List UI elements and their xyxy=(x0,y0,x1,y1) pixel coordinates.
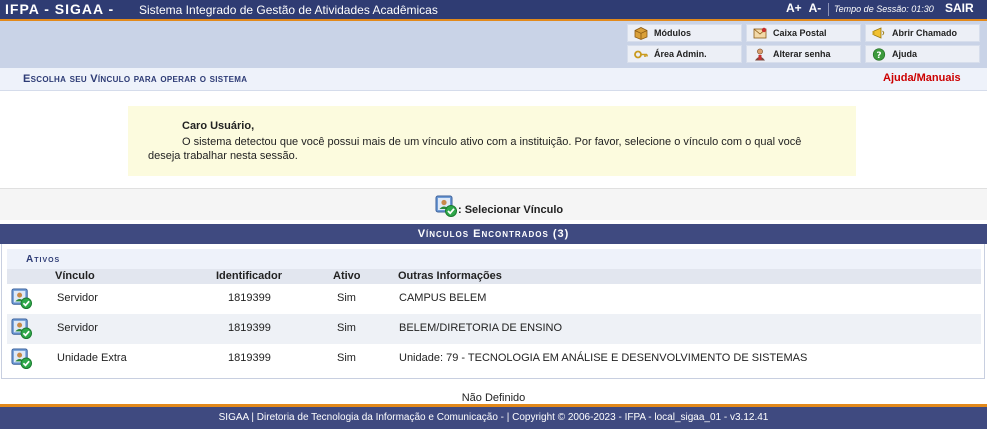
vinculos-table: Ativos Vínculo Identificador Ativo Outra… xyxy=(1,244,985,379)
modulos-label: Módulos xyxy=(654,28,691,38)
alterar-senha-button[interactable]: Alterar senha xyxy=(746,45,861,63)
select-vinculo-icon[interactable] xyxy=(11,318,32,339)
abrir-chamado-label: Abrir Chamado xyxy=(892,28,958,38)
cell-identificador: 1819399 xyxy=(228,322,271,334)
message-greeting: Caro Usuário, xyxy=(182,120,255,132)
header-divider xyxy=(828,3,829,16)
top-bar: IFPA - SIGAA - Sistema Integrado de Gest… xyxy=(0,0,987,19)
menu-panel: Módulos Caixa Postal Abrir Chamado Área … xyxy=(0,21,987,68)
select-vinculo-icon xyxy=(435,195,457,217)
column-header-outras-informacoes: Outras Informações xyxy=(398,270,502,282)
message-line-2: deseja trabalhar nesta sessão. xyxy=(148,150,298,162)
svg-text:?: ? xyxy=(876,51,881,61)
page-title: Escolha seu Vínculo para operar o sistem… xyxy=(23,73,248,85)
caixa-postal-button[interactable]: Caixa Postal xyxy=(746,24,861,42)
alterar-senha-label: Alterar senha xyxy=(773,49,831,59)
message-line-1: O sistema detectou que você possui mais … xyxy=(182,136,802,148)
ajuda-label: Ajuda xyxy=(892,49,918,59)
cell-ativo: Sim xyxy=(337,322,356,334)
column-header-identificador: Identificador xyxy=(216,270,283,282)
font-size-controls: A+ A- xyxy=(786,1,825,15)
table-row[interactable]: Servidor 1819399 Sim CAMPUS BELEM xyxy=(7,284,981,314)
megaphone-icon xyxy=(872,27,885,39)
table-row[interactable]: Unidade Extra 1819399 Sim Unidade: 79 - … xyxy=(7,344,981,374)
cell-outras-informacoes: Unidade: 79 - TECNOLOGIA EM ANÁLISE E DE… xyxy=(399,352,808,364)
group-header: Ativos xyxy=(7,249,981,269)
table-caption-text: Vínculos Encontrados (3) xyxy=(417,228,570,240)
mailbox-icon xyxy=(753,27,767,39)
cell-ativo: Sim xyxy=(337,292,356,304)
abrir-chamado-button[interactable]: Abrir Chamado xyxy=(865,24,980,42)
ajuda-button[interactable]: ? Ajuda xyxy=(865,45,980,63)
cell-vinculo: Servidor xyxy=(57,322,98,334)
page-title-bar: Escolha seu Vínculo para operar o sistem… xyxy=(0,68,987,91)
table-row[interactable]: Servidor 1819399 Sim BELEM/DIRETORIA DE … xyxy=(7,314,981,344)
cell-identificador: 1819399 xyxy=(228,292,271,304)
cell-identificador: 1819399 xyxy=(228,352,271,364)
cell-vinculo: Servidor xyxy=(57,292,98,304)
cell-vinculo: Unidade Extra xyxy=(57,352,127,364)
cell-outras-informacoes: BELEM/DIRETORIA DE ENSINO xyxy=(399,322,563,334)
help-manuals-link[interactable]: Ajuda/Manuais xyxy=(883,72,961,84)
footer-bar: SIGAA | Diretoria de Tecnologia da Infor… xyxy=(0,404,987,429)
modules-cube-icon xyxy=(634,27,648,40)
select-legend: : Selecionar Vínculo xyxy=(0,188,987,220)
table-caption: Vínculos Encontrados (3) xyxy=(0,224,987,244)
column-header-ativo: Ativo xyxy=(333,270,361,282)
font-increase-button[interactable]: A+ xyxy=(786,1,802,15)
select-legend-label: : Selecionar Vínculo xyxy=(458,204,564,216)
system-name: Sistema Integrado de Gestão de Atividade… xyxy=(139,3,438,17)
select-vinculo-icon[interactable] xyxy=(11,348,32,369)
area-admin-label: Área Admin. xyxy=(654,49,707,59)
select-vinculo-icon[interactable] xyxy=(11,288,32,309)
cell-outras-informacoes: CAMPUS BELEM xyxy=(399,292,487,304)
area-admin-button[interactable]: Área Admin. xyxy=(627,45,742,63)
logout-button[interactable]: SAIR xyxy=(945,1,974,15)
info-message-box: Caro Usuário, O sistema detectou que voc… xyxy=(128,106,856,176)
cell-ativo: Sim xyxy=(337,352,356,364)
user-key-icon xyxy=(755,48,765,61)
caixa-postal-label: Caixa Postal xyxy=(773,28,827,38)
not-defined-label: Não Definido xyxy=(461,392,526,404)
session-timer: Tempo de Sessão: 01:30 xyxy=(834,4,934,14)
table-column-headers: Vínculo Identificador Ativo Outras Infor… xyxy=(7,269,981,284)
modulos-button[interactable]: Módulos xyxy=(627,24,742,42)
key-icon xyxy=(634,50,648,59)
footer-text: SIGAA | Diretoria de Tecnologia da Infor… xyxy=(218,412,769,423)
group-label-ativos: Ativos xyxy=(26,254,61,265)
help-icon: ? xyxy=(872,48,886,61)
institution-name: IFPA - SIGAA - xyxy=(5,1,115,17)
column-header-vinculo: Vínculo xyxy=(55,270,95,282)
font-decrease-button[interactable]: A- xyxy=(809,1,822,15)
